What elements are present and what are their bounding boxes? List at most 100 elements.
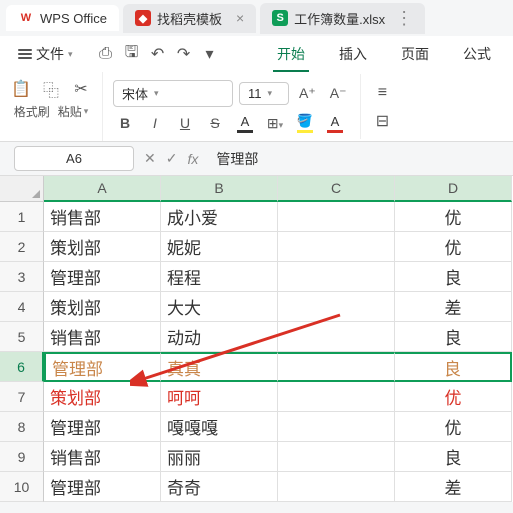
menu-start[interactable]: 开始 [263,38,319,70]
fx-icon[interactable]: fx [187,151,198,167]
cell[interactable] [278,352,395,382]
cell[interactable]: 嘎嘎嘎 [161,412,278,442]
row-header[interactable]: 1 [0,202,44,232]
cell[interactable]: 程程 [161,262,278,292]
cell[interactable]: 奇奇 [161,472,278,502]
cell[interactable]: 动动 [161,322,278,352]
tab-file[interactable]: S工作簿数量.xlsx⋮ [260,3,425,34]
undo-icon[interactable]: ↶ [147,43,169,65]
cell[interactable] [278,232,395,262]
cell[interactable] [278,322,395,352]
italic-button[interactable]: I [145,115,165,131]
col-header[interactable]: D [395,176,512,202]
font-select[interactable]: 宋体▾ [113,80,233,107]
close-icon[interactable]: ⋮ [395,8,413,29]
row-header[interactable]: 8 [0,412,44,442]
row-header[interactable]: 2 [0,232,44,262]
close-icon[interactable]: × [236,10,244,26]
row-header[interactable]: 7 [0,382,44,412]
cell[interactable]: 销售部 [44,442,161,472]
cell[interactable] [278,412,395,442]
brush-button[interactable]: 格式刷 [14,103,50,120]
merge-icon[interactable]: ⊟ [371,110,393,132]
cell[interactable]: 成小爱 [161,202,278,232]
underline-button[interactable]: U [175,115,195,131]
row-header[interactable]: 4 [0,292,44,322]
cell[interactable]: 管理部 [44,262,161,292]
tab-wps[interactable]: WWPS Office [6,5,119,31]
col-header[interactable]: A [44,176,161,202]
redo-icon[interactable]: ↷ [173,43,195,65]
cell[interactable] [278,292,395,322]
cell[interactable] [278,202,395,232]
cell[interactable] [278,382,395,412]
cell[interactable]: 优 [395,382,512,412]
copy-icon[interactable]: ⿻ [40,78,62,100]
confirm-icon[interactable]: ✓ [166,150,178,167]
cell[interactable]: 管理部 [44,472,161,502]
row-header[interactable]: 5 [0,322,44,352]
font-grow-button[interactable]: A⁺ [295,83,320,104]
cell[interactable]: 优 [395,412,512,442]
menu-label: 文件 [36,44,64,64]
cell[interactable]: 策划部 [44,232,161,262]
fontcolor-button[interactable]: A [235,114,255,133]
chevron-down-icon: ▾ [154,88,159,99]
cell[interactable]: 丽丽 [161,442,278,472]
cancel-icon[interactable]: ✕ [144,150,156,167]
textcolor-button[interactable]: A [325,114,345,133]
col-header[interactable]: B [161,176,278,202]
row-header[interactable]: 9 [0,442,44,472]
fontsize-select[interactable]: 11▾ [239,82,289,105]
cell[interactable]: 良 [395,322,512,352]
cell[interactable] [278,442,395,472]
cell[interactable] [278,262,395,292]
cell[interactable] [278,472,395,502]
fillcolor-button[interactable]: 🪣 [295,113,315,133]
save-icon[interactable]: 🖫 [121,43,143,65]
cell[interactable]: 妮妮 [161,232,278,262]
align-icon[interactable]: ≡ [371,82,393,104]
cell[interactable]: 大大 [161,292,278,322]
cell[interactable]: 优 [395,232,512,262]
formula-bar[interactable]: 管理部 [208,145,499,173]
row-header[interactable]: 10 [0,472,44,502]
cell[interactable]: 优 [395,202,512,232]
cell[interactable]: 真真 [161,352,278,382]
cell[interactable]: 管理部 [44,412,161,442]
border-button[interactable]: ⊞▾ [265,115,285,132]
tab-template[interactable]: ◆找稻壳模板× [123,4,256,33]
clipboard-icon[interactable]: 📋 [10,78,32,100]
tab-label: 找稻壳模板 [157,9,222,28]
cell[interactable]: 销售部 [44,322,161,352]
cell[interactable]: 呵呵 [161,382,278,412]
file-menu[interactable]: 文件 ▾ [8,38,83,70]
row-header[interactable]: 6 [0,352,44,382]
cell[interactable]: 良 [395,352,512,382]
select-all-corner[interactable] [0,176,44,202]
page-icon[interactable]: ⎙ [95,43,117,65]
cell[interactable]: 管理部 [44,352,161,382]
font-shrink-button[interactable]: A⁻ [326,83,351,104]
cell[interactable]: 策划部 [44,382,161,412]
more-icon[interactable]: ▾ [199,43,221,65]
cell[interactable]: 良 [395,442,512,472]
row-header[interactable]: 3 [0,262,44,292]
col-header[interactable]: C [278,176,395,202]
cell[interactable]: 差 [395,472,512,502]
cell[interactable]: 策划部 [44,292,161,322]
menu-formula[interactable]: 公式 [449,38,505,70]
cell-reference[interactable]: A6 [14,146,134,171]
menu-page[interactable]: 页面 [387,38,443,70]
cell[interactable]: 销售部 [44,202,161,232]
menu-insert[interactable]: 插入 [325,38,381,70]
cut-icon[interactable]: ✂ [70,78,92,100]
chevron-down-icon: ▾ [68,49,73,60]
spreadsheet[interactable]: 12345678910ABCD销售部成小爱优策划部妮妮优管理部程程良策划部大大差… [0,176,513,502]
cell[interactable]: 差 [395,292,512,322]
bold-button[interactable]: B [115,115,135,131]
cell[interactable]: 良 [395,262,512,292]
strike-button[interactable]: S [205,115,225,131]
paste-button[interactable]: 粘贴▾ [58,103,89,120]
hamburger-icon [18,49,32,59]
